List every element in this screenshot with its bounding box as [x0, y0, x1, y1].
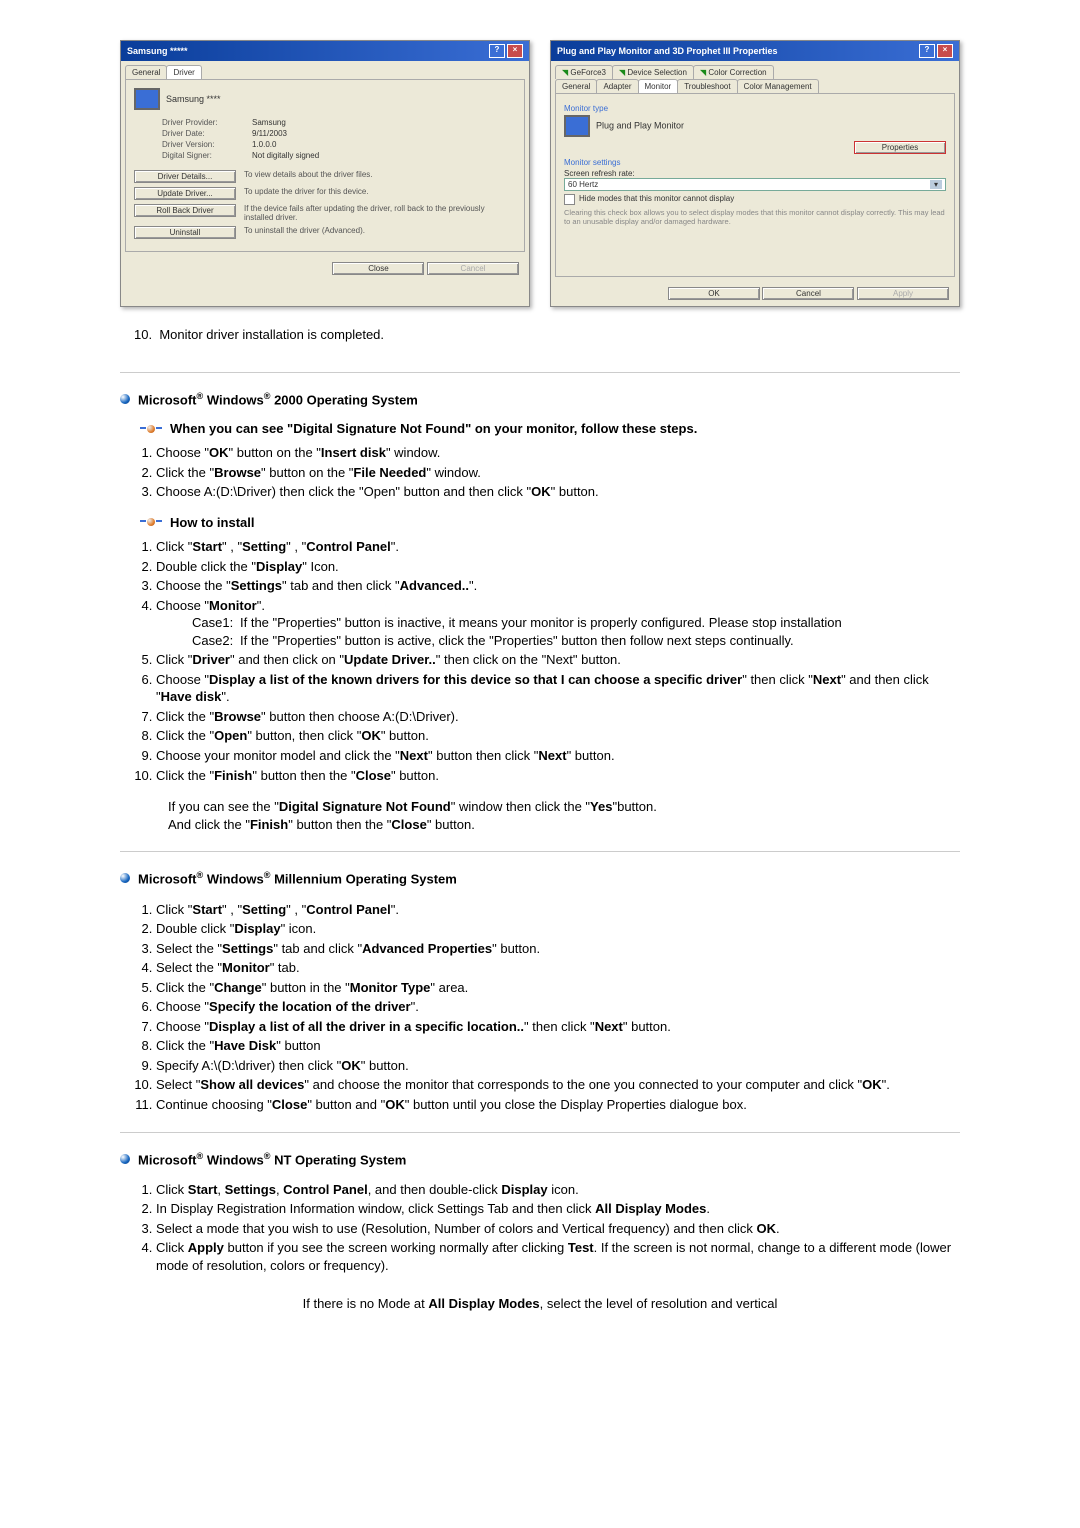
sub-heading-sig-not-found: When you can see "Digital Signature Not …	[140, 421, 960, 436]
steps-list: Click Start, Settings, Control Panel, an…	[156, 1181, 960, 1275]
monitor-icon	[134, 88, 160, 110]
dialog-title: Plug and Play Monitor and 3D Prophet III…	[557, 46, 778, 56]
cancel-button: Cancel	[427, 262, 519, 275]
steps-list: Click "Start" , "Setting" , "Control Pan…	[156, 538, 960, 784]
tab-driver[interactable]: Driver	[166, 65, 201, 79]
dialog-title: Samsung *****	[127, 46, 188, 56]
bullet-icon	[120, 1154, 130, 1164]
tab-general[interactable]: General	[125, 65, 167, 79]
properties-button[interactable]: Properties	[854, 141, 946, 154]
bullet-icon	[120, 394, 130, 404]
tab-monitor[interactable]: Monitor	[638, 79, 679, 93]
tab-device-selection[interactable]: ◥ Device Selection	[612, 65, 694, 79]
help-icon[interactable]: ?	[489, 44, 505, 58]
bullet-icon	[120, 873, 130, 883]
sub-bullet-icon	[140, 423, 162, 435]
completion-step: 10. Monitor driver installation is compl…	[134, 327, 960, 342]
hide-modes-checkbox[interactable]: Hide modes that this monitor cannot disp…	[564, 194, 946, 205]
driver-properties-dialog: Samsung ***** ? × General Driver Samsung…	[120, 40, 530, 307]
steps-list: Click "Start" , "Setting" , "Control Pan…	[156, 901, 960, 1114]
monitor-icon	[564, 115, 590, 137]
divider	[120, 851, 960, 852]
help-icon[interactable]: ?	[919, 44, 935, 58]
driver-details-button[interactable]: Driver Details...	[134, 170, 236, 183]
tab-color-correction[interactable]: ◥ Color Correction	[693, 65, 774, 79]
tab-geforce3[interactable]: ◥ GeForce3	[555, 65, 613, 79]
device-name: Samsung ****	[166, 94, 221, 104]
tab-color-management[interactable]: Color Management	[737, 79, 819, 93]
cancel-button[interactable]: Cancel	[762, 287, 854, 300]
os-heading-nt: Microsoft® Windows® NT Operating System	[120, 1151, 960, 1167]
close-icon[interactable]: ×	[507, 44, 523, 58]
tab-troubleshoot[interactable]: Troubleshoot	[677, 79, 737, 93]
tab-adapter[interactable]: Adapter	[596, 79, 638, 93]
monitor-properties-dialog: Plug and Play Monitor and 3D Prophet III…	[550, 40, 960, 307]
close-button[interactable]: Close	[332, 262, 424, 275]
os-heading-me: Microsoft® Windows® Millennium Operating…	[120, 870, 960, 886]
divider	[120, 1132, 960, 1133]
uninstall-button[interactable]: Uninstall	[134, 226, 236, 239]
post-note: If you can see the "Digital Signature No…	[168, 798, 960, 833]
divider	[120, 372, 960, 373]
nt-bottom-note: If there is no Mode at All Display Modes…	[120, 1295, 960, 1313]
sub-heading-how-to-install: How to install	[140, 515, 960, 530]
ok-button[interactable]: OK	[668, 287, 760, 300]
close-icon[interactable]: ×	[937, 44, 953, 58]
update-driver-button[interactable]: Update Driver...	[134, 187, 236, 200]
rollback-driver-button[interactable]: Roll Back Driver	[134, 204, 236, 217]
chevron-down-icon: ▾	[930, 180, 942, 189]
refresh-rate-select[interactable]: 60 Hertz ▾	[564, 178, 946, 191]
os-heading-2000: Microsoft® Windows® 2000 Operating Syste…	[120, 391, 960, 407]
dialog-screenshots: Samsung ***** ? × General Driver Samsung…	[120, 40, 960, 307]
sub-bullet-icon	[140, 516, 162, 528]
tab-general[interactable]: General	[555, 79, 597, 93]
steps-list: Choose "OK" button on the "Insert disk" …	[156, 444, 960, 501]
apply-button: Apply	[857, 287, 949, 300]
